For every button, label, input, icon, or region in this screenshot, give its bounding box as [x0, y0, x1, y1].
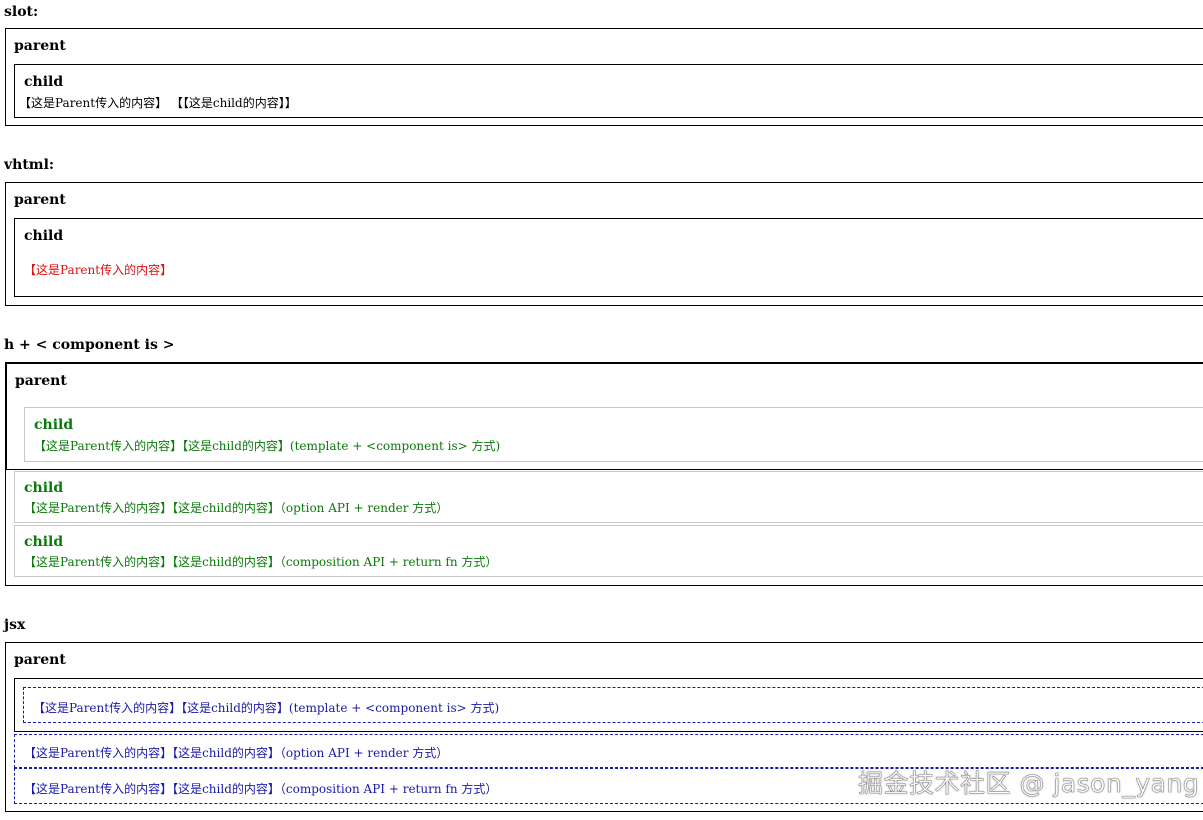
jsx-child-option-box: 【这是Parent传入的内容】【这是child的内容】（option API +…: [14, 734, 1203, 768]
h-child-composition-box: child 【这是Parent传入的内容】【这是child的内容】（compos…: [14, 525, 1203, 577]
section-title-slot: slot:: [4, 4, 39, 20]
slot-parent-box: parent child 【这是Parent传入的内容】 【【这是child的内…: [5, 28, 1203, 126]
slot-child-label: child: [24, 74, 64, 90]
h-child-template-label: child: [34, 417, 74, 433]
jsx-child-template-box: 【这是Parent传入的内容】【这是child的内容】(template + <…: [23, 687, 1203, 723]
jsx-parent-label: parent: [14, 652, 66, 668]
section-title-vhtml: vhtml:: [4, 157, 55, 173]
slot-child-text: 【这是Parent传入的内容】 【【这是child的内容】】: [19, 96, 297, 110]
vhtml-child-box: child 【这是Parent传入的内容】: [14, 218, 1203, 297]
h-child-template-text: 【这是Parent传入的内容】【这是child的内容】(template + <…: [34, 439, 501, 453]
jsx-child-option-text: 【这是Parent传入的内容】【这是child的内容】（option API +…: [24, 746, 449, 760]
vhtml-parent-box: parent child 【这是Parent传入的内容】: [5, 182, 1203, 306]
section-title-h-component: h + < component is >: [4, 337, 175, 353]
vhtml-child-text: 【这是Parent传入的内容】: [24, 263, 173, 277]
h-child-template-box: child 【这是Parent传入的内容】【这是child的内容】(templa…: [24, 407, 1203, 462]
h-child-option-text: 【这是Parent传入的内容】【这是child的内容】（option API +…: [24, 501, 449, 515]
section-title-jsx: jsx: [4, 617, 26, 633]
h-parent-box: parent child 【这是Parent传入的内容】【这是child的内容】…: [5, 362, 1203, 586]
h-child-composition-text: 【这是Parent传入的内容】【这是child的内容】（composition …: [24, 555, 498, 569]
watermark: 掘金技术社区 @ jason_yang: [858, 769, 1200, 799]
jsx-child-template-text: 【这是Parent传入的内容】【这是child的内容】(template + <…: [33, 701, 500, 715]
h-inner-parent-box: parent child 【这是Parent传入的内容】【这是child的内容】…: [6, 363, 1203, 470]
vhtml-parent-label: parent: [14, 192, 66, 208]
h-parent-label: parent: [15, 373, 67, 389]
slot-parent-label: parent: [14, 38, 66, 54]
jsx-child-composition-text: 【这是Parent传入的内容】【这是child的内容】（composition …: [24, 782, 498, 796]
slot-child-box: child 【这是Parent传入的内容】 【【这是child的内容】】: [14, 64, 1203, 118]
vhtml-child-label: child: [24, 228, 64, 244]
h-child-option-label: child: [24, 480, 64, 496]
h-child-option-box: child 【这是Parent传入的内容】【这是child的内容】（option…: [14, 471, 1203, 523]
h-child-composition-label: child: [24, 534, 64, 550]
jsx-inner-parent-box: 【这是Parent传入的内容】【这是child的内容】(template + <…: [14, 678, 1203, 732]
